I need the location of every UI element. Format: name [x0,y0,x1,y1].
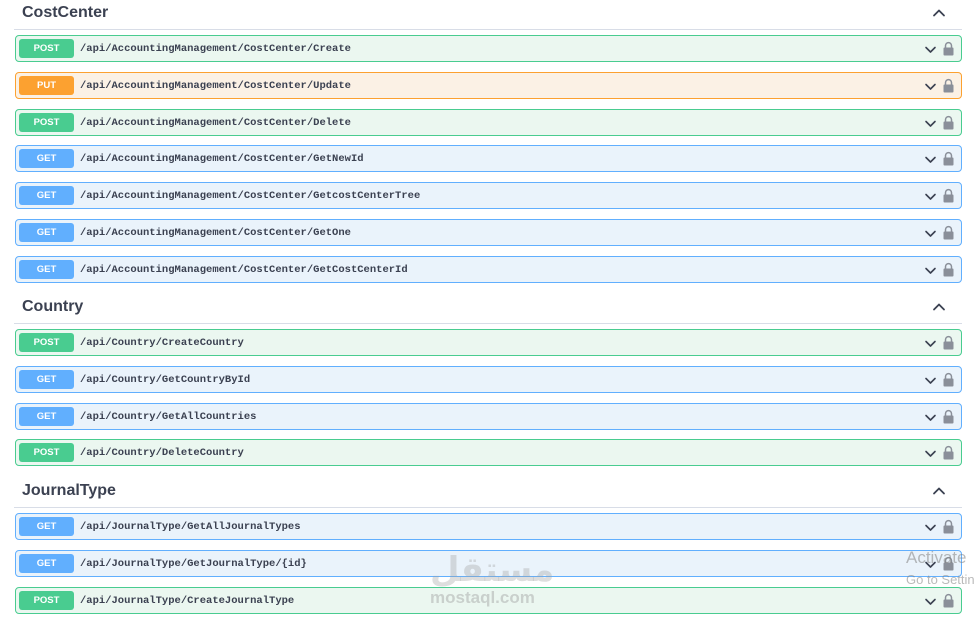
lock-icon[interactable] [943,225,954,240]
method-badge: POST [19,591,74,610]
chevron-down-icon[interactable] [924,374,937,387]
operation-row[interactable]: GET/api/Country/GetAllCountries [15,403,962,430]
endpoint-path: /api/AccountingManagement/CostCenter/Get… [80,264,408,276]
chevron-down-icon[interactable] [924,264,937,277]
chevron-down-icon[interactable] [924,447,937,460]
operation-row[interactable]: GET/api/AccountingManagement/CostCenter/… [15,145,962,172]
section-title: Country [22,298,84,315]
watermark-logo: مستقل [430,550,555,590]
lock-icon[interactable] [943,445,954,460]
chevron-down-icon[interactable] [924,117,937,130]
operation-row[interactable]: GET/api/JournalType/GetAllJournalTypes [15,513,962,540]
chevron-down-icon[interactable] [924,337,937,350]
method-badge: GET [19,517,74,536]
chevron-down-icon[interactable] [924,227,937,240]
method-badge: GET [19,149,74,168]
lock-icon[interactable] [943,115,954,130]
endpoint-path: /api/AccountingManagement/CostCenter/Get… [80,227,351,239]
operation-row[interactable]: POST/api/Country/CreateCountry [15,329,962,356]
method-badge: GET [19,223,74,242]
operation-row[interactable]: GET/api/Country/GetCountryById [15,366,962,393]
lock-icon[interactable] [943,409,954,424]
endpoint-path: /api/Country/DeleteCountry [80,447,244,459]
method-badge: GET [19,407,74,426]
section-journaltype: JournalType GET/api/JournalType/GetAllJou… [14,478,962,614]
endpoint-path: /api/Country/CreateCountry [80,337,244,349]
chevron-down-icon[interactable] [924,595,937,608]
operation-row[interactable]: POST/api/AccountingManagement/CostCenter… [15,35,962,62]
activation-subtitle: Go to Settin [906,572,975,587]
chevron-down-icon[interactable] [924,80,937,93]
lock-icon[interactable] [943,519,954,534]
method-badge: GET [19,186,74,205]
section-title: CostCenter [22,4,109,21]
lock-icon[interactable] [943,188,954,203]
method-badge: POST [19,113,74,132]
lock-icon[interactable] [943,262,954,277]
chevron-down-icon[interactable] [924,153,937,166]
operation-row[interactable]: PUT/api/AccountingManagement/CostCenter/… [15,72,962,99]
lock-icon[interactable] [943,335,954,350]
method-badge: POST [19,39,74,58]
chevron-down-icon[interactable] [924,411,937,424]
endpoint-path: /api/Country/GetAllCountries [80,411,257,423]
chevron-down-icon[interactable] [924,43,937,56]
chevron-up-icon[interactable] [932,300,946,314]
endpoint-path: /api/AccountingManagement/CostCenter/Cre… [80,43,351,55]
endpoint-path: /api/JournalType/GetAllJournalTypes [80,521,301,533]
method-badge: GET [19,260,74,279]
operation-row[interactable]: GET/api/AccountingManagement/CostCenter/… [15,182,962,209]
chevron-up-icon[interactable] [932,6,946,20]
endpoint-path: /api/JournalType/CreateJournalType [80,595,295,607]
chevron-down-icon[interactable] [924,521,937,534]
section-country: Country POST/api/Country/CreateCountry GET… [14,294,962,466]
section-header[interactable]: JournalType [14,478,962,508]
activation-title: Activate [906,548,967,567]
lock-icon[interactable] [943,372,954,387]
chevron-down-icon[interactable] [924,190,937,203]
method-badge: POST [19,443,74,462]
section-header[interactable]: CostCenter [14,0,962,30]
endpoint-path: /api/AccountingManagement/CostCenter/Upd… [80,80,351,92]
lock-icon[interactable] [943,78,954,93]
method-badge: GET [19,370,74,389]
section-title: JournalType [22,482,116,499]
operation-row[interactable]: POST/api/AccountingManagement/CostCenter… [15,109,962,136]
lock-icon[interactable] [943,151,954,166]
method-badge: PUT [19,76,74,95]
endpoint-path: /api/Country/GetCountryById [80,374,251,386]
operation-row[interactable]: GET/api/AccountingManagement/CostCenter/… [15,256,962,283]
endpoint-path: /api/JournalType/GetJournalType/{id} [80,558,307,570]
operation-row[interactable]: GET/api/AccountingManagement/CostCenter/… [15,219,962,246]
operation-row[interactable]: POST/api/Country/DeleteCountry [15,439,962,466]
section-header[interactable]: Country [14,294,962,324]
lock-icon[interactable] [943,593,954,608]
swagger-ui-operations: CostCenter POST/api/AccountingManagement/… [0,0,980,620]
chevron-up-icon[interactable] [932,484,946,498]
method-badge: POST [19,333,74,352]
endpoint-path: /api/AccountingManagement/CostCenter/Get… [80,153,364,165]
endpoint-path: /api/AccountingManagement/CostCenter/Del… [80,117,351,129]
watermark-site: mostaql.com [430,588,535,607]
method-badge: GET [19,554,74,573]
lock-icon[interactable] [943,41,954,56]
section-costcenter: CostCenter POST/api/AccountingManagement/… [14,0,962,283]
endpoint-path: /api/AccountingManagement/CostCenter/Get… [80,190,421,202]
